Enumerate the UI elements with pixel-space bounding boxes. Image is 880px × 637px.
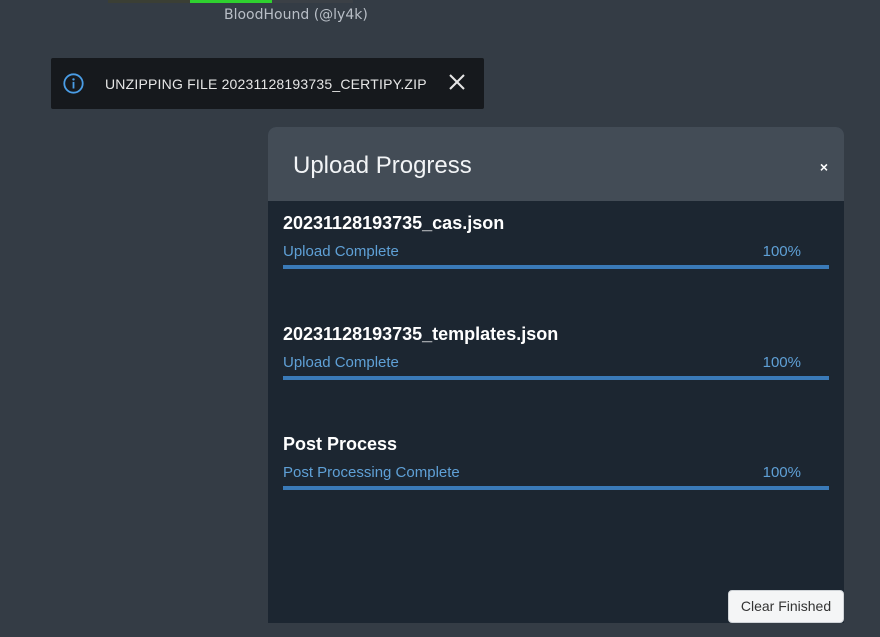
upload-item-percent: 100% [762, 464, 801, 481]
progress-bar [283, 486, 829, 490]
close-icon[interactable] [447, 72, 467, 92]
upload-item-percent: 100% [762, 354, 801, 371]
upload-item-status: Post Processing Complete [283, 464, 460, 481]
clear-finished-button[interactable]: Clear Finished [728, 590, 844, 623]
modal-title: Upload Progress [293, 152, 472, 179]
credit-text: BloodHound (@ly4k) [224, 7, 368, 23]
upload-item-status: Upload Complete [283, 354, 399, 371]
progress-bar [283, 376, 829, 380]
upload-item-status: Upload Complete [283, 243, 399, 260]
info-icon [63, 73, 84, 94]
app-background: BloodHound (@ly4k) UNZIPPING FILE 202311… [0, 0, 880, 637]
modal-header: Upload Progress × [268, 127, 844, 201]
notification-toast: UNZIPPING FILE 20231128193735_CERTIPY.ZI… [51, 58, 484, 109]
upload-item-filename: 20231128193735_cas.json [283, 213, 505, 233]
modal-close-button[interactable]: × [820, 158, 828, 176]
upload-item-percent: 100% [762, 243, 801, 260]
progress-bar-fill [283, 376, 829, 380]
toast-message: UNZIPPING FILE 20231128193735_CERTIPY.ZI… [105, 76, 427, 92]
progress-bar-fill [283, 265, 829, 269]
progress-bar [283, 265, 829, 269]
banner-image-edge [108, 0, 353, 3]
upload-item-filename: 20231128193735_templates.json [283, 324, 559, 344]
upload-item-filename: Post Process [283, 434, 398, 454]
progress-bar-fill [283, 486, 829, 490]
upload-progress-modal: Upload Progress × 20231128193735_cas.jso… [268, 127, 844, 623]
